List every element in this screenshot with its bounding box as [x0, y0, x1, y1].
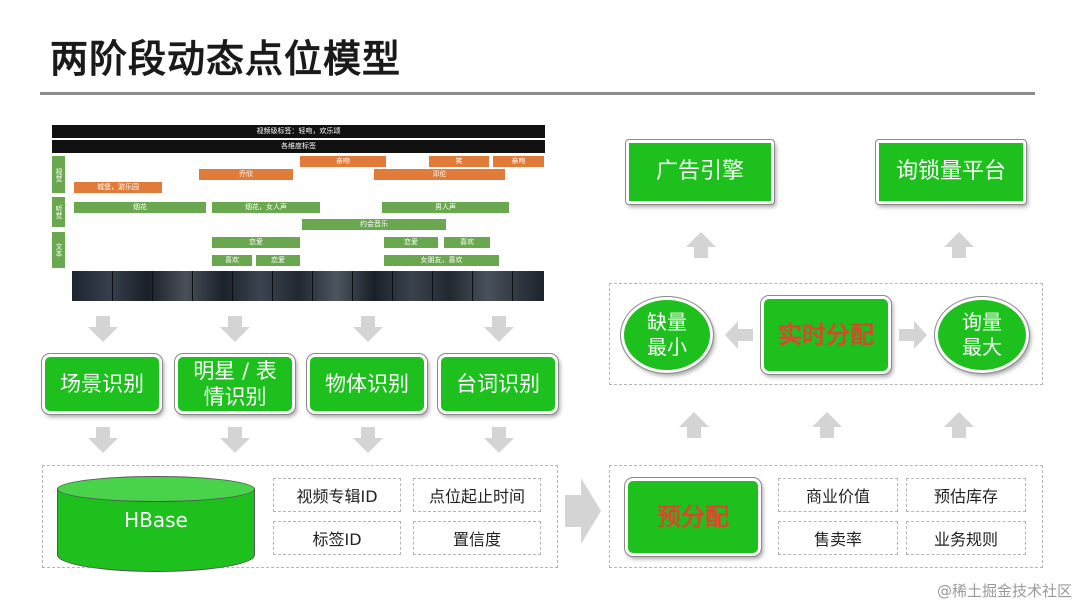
down-arrow-icon [484, 427, 514, 453]
star-expression-recognition-box: 明星 / 表情识别 [174, 353, 296, 415]
down-arrow-icon [220, 427, 250, 453]
up-arrow-icon [812, 412, 842, 438]
factor-sell-through-rate: 售卖率 [778, 521, 898, 555]
title-divider [40, 92, 1035, 95]
row-label-visual: 视觉 [52, 156, 65, 193]
field-confidence: 置信度 [413, 521, 541, 555]
field-point-time: 点位起止时间 [413, 478, 541, 512]
page-title: 两阶段动态点位模型 [50, 37, 402, 81]
video-level-tags-bar: 视频级标签：轻吻，欢乐颂 [52, 125, 545, 138]
segment-text-love-3: 恋爱 [256, 255, 300, 266]
pre-allocation-box: 预分配 [624, 477, 762, 557]
hbase-label: HBase [124, 508, 188, 532]
factor-business-value: 商业价值 [778, 478, 898, 512]
segment-text-love-2: 恋爱 [384, 237, 438, 248]
down-arrow-icon [353, 427, 383, 453]
up-arrow-icon [944, 412, 974, 438]
object-recognition-box: 物体识别 [306, 353, 428, 415]
up-arrow-icon [679, 412, 709, 438]
segment-text-like-1: 喜欢 [444, 237, 490, 248]
right-arrow-icon [565, 478, 601, 544]
up-arrow-icon [944, 232, 974, 258]
segment-text-love-1: 恋爱 [212, 237, 300, 248]
field-tag-id: 标签ID [273, 521, 401, 555]
segment-visual-kiss: 亲吻 [300, 156, 386, 167]
segment-visual-star-2: 邓伦 [374, 169, 505, 180]
segment-audio-male: 男人声 [382, 202, 509, 213]
field-album-id: 视频专辑ID [273, 478, 401, 512]
segment-audio-fireworks: 烟花 [74, 202, 206, 213]
max-inquiry-oval: 询量 最大 [934, 296, 1030, 374]
factor-estimated-inventory: 预估库存 [906, 478, 1026, 512]
down-arrow-icon [220, 316, 250, 342]
down-arrow-icon [88, 316, 118, 342]
segment-visual-laugh: 笑 [429, 156, 489, 167]
video-frames-strip [72, 271, 544, 301]
row-label-audio: 听觉 [52, 197, 65, 227]
segment-visual-star-1: 乔欣 [199, 169, 293, 180]
ad-engine-box: 广告引擎 [625, 139, 775, 205]
down-arrow-icon [484, 316, 514, 342]
row-label-text: 文本 [52, 232, 65, 268]
factor-business-rules: 业务规则 [906, 521, 1026, 555]
right-small-arrow-icon [899, 321, 927, 349]
segment-visual-kiss-2: 亲吻 [493, 156, 544, 167]
down-arrow-icon [88, 427, 118, 453]
segment-text-girlfriend: 女朋友，喜欢 [384, 255, 499, 266]
tag-timeline-panel: 视频级标签：轻吻，欢乐颂 各维度标签 视觉 听觉 文本 亲吻 笑 亲吻 乔欣 邓… [52, 125, 545, 301]
min-shortage-oval: 缺量 最小 [620, 296, 714, 374]
left-arrow-icon [725, 321, 753, 349]
segment-audio-date-music: 约会音乐 [302, 219, 446, 230]
down-arrow-icon [353, 316, 383, 342]
inventory-platform-box: 询锁量平台 [875, 139, 1027, 205]
up-arrow-icon [686, 232, 716, 258]
watermark: @稀土掘金技术社区 [936, 582, 1072, 600]
dimension-tags-bar: 各维度标签 [52, 140, 545, 153]
segment-visual-castle: 城堡，游乐园 [74, 182, 162, 193]
segment-audio-fireworks-female: 烟花，女人声 [212, 202, 320, 213]
segment-text-like-2: 喜欢 [212, 255, 252, 266]
scene-recognition-box: 场景识别 [41, 353, 163, 415]
realtime-allocation-box: 实时分配 [760, 295, 892, 375]
hbase-cylinder-top [57, 476, 255, 502]
dialogue-recognition-box: 台词识别 [437, 353, 559, 415]
